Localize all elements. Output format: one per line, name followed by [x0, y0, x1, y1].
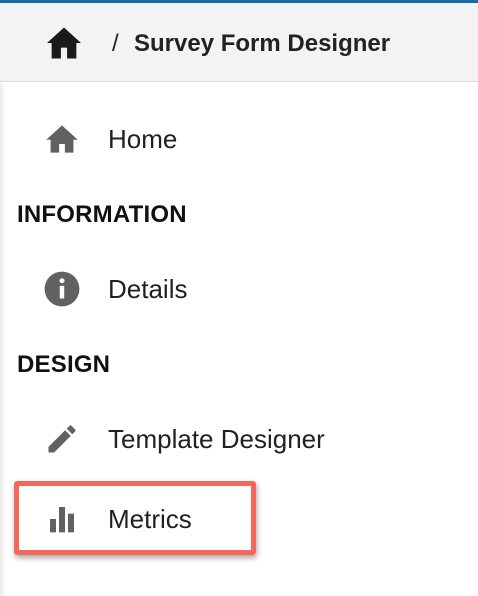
sidebar-item-home[interactable]: Home	[0, 111, 478, 167]
info-icon	[42, 271, 82, 307]
pencil-icon	[42, 421, 82, 457]
page-title: Survey Form Designer	[134, 30, 391, 57]
home-icon	[47, 27, 81, 59]
sidebar-item-details[interactable]: Details	[0, 261, 478, 317]
home-button[interactable]	[42, 25, 86, 61]
bar-chart-icon	[42, 501, 82, 537]
sidebar-item-label: Home	[108, 124, 178, 154]
sidebar-item-label: Template Designer	[108, 424, 325, 454]
home-icon	[42, 121, 82, 157]
sidebar-item-metrics[interactable]: Metrics	[0, 491, 478, 547]
sidebar-item-label: Details	[108, 274, 188, 304]
sidebar-item-template-designer[interactable]: Template Designer	[0, 411, 478, 467]
section-header-design: DESIGN	[17, 351, 111, 378]
breadcrumb-separator: /	[112, 30, 119, 57]
page: / Survey Form Designer Home INFORMATION …	[0, 0, 478, 596]
sidebar-item-label: Metrics	[108, 504, 192, 534]
section-header-information: INFORMATION	[17, 201, 187, 228]
header: / Survey Form Designer	[0, 3, 478, 82]
